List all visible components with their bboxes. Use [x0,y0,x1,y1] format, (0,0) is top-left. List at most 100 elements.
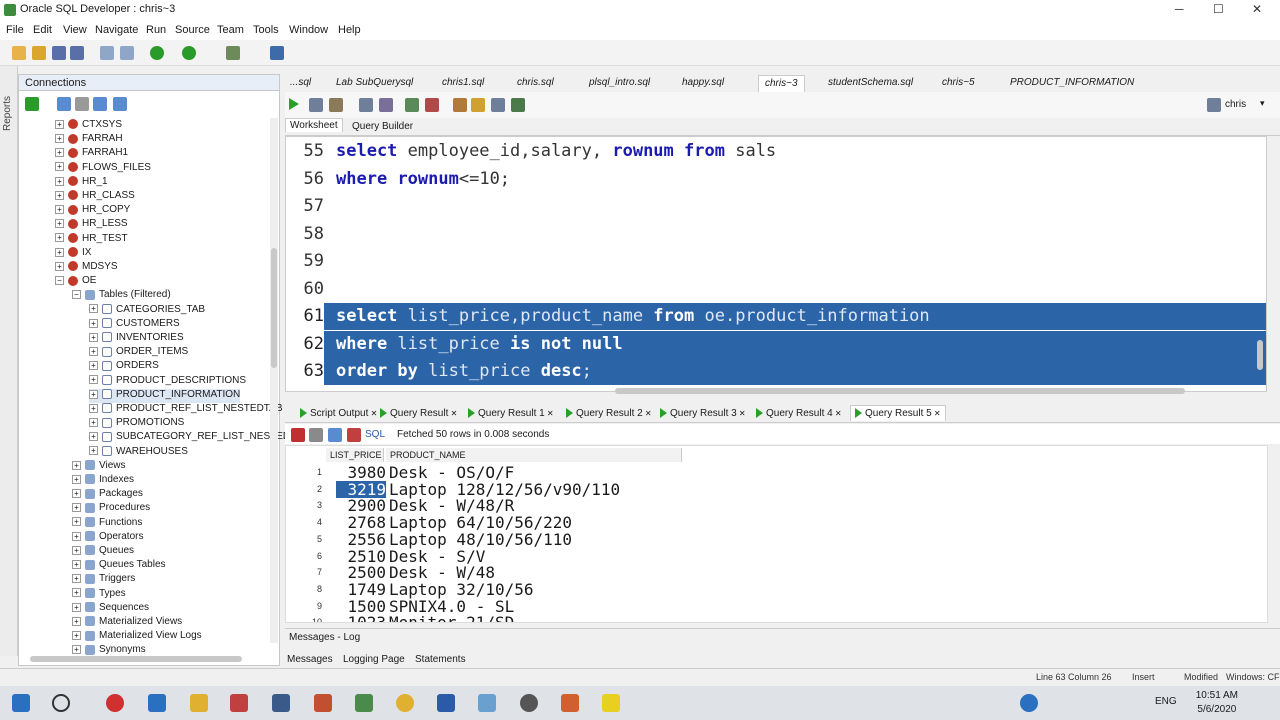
sql-developer-icon[interactable] [355,694,373,712]
result-tab[interactable]: Query Result 5 ✕ [850,405,946,421]
close-button[interactable]: ✕ [1252,2,1262,16]
tree-item[interactable]: + IX [55,247,91,261]
close-tab-icon[interactable]: ✕ [643,409,652,418]
rollback-icon[interactable] [425,98,439,112]
expand-icon[interactable]: + [55,219,64,229]
explain-plan-icon[interactable] [359,98,373,112]
code-line[interactable]: 61 select list_price,product_name from oe… [286,303,1266,330]
tree-item[interactable]: + HR_LESS [55,218,128,232]
expand-icon[interactable]: + [55,134,64,144]
expand-icon[interactable]: + [72,503,81,513]
tree-item[interactable]: + Functions [72,517,142,531]
sql-tuning-icon[interactable] [379,98,393,112]
menu-tools[interactable]: Tools [253,24,279,36]
table-row[interactable]: 10 1023 Monitor 21/SD [286,614,686,622]
open-icon[interactable] [32,46,46,60]
tree-item[interactable]: + Views [72,460,126,474]
editor-tab[interactable]: studentSchema.sql [828,77,913,88]
tree-item[interactable]: + HR_CLASS [55,190,135,204]
expand-icon[interactable]: + [55,190,64,200]
tree-item[interactable]: + Queues [72,545,134,559]
format-icon[interactable] [511,98,525,112]
run-statement-icon[interactable] [289,98,299,110]
tree-item[interactable]: + Procedures [72,502,150,516]
list-price-cell[interactable]: 3980 [336,464,386,481]
history-icon[interactable] [491,98,505,112]
close-tab-icon[interactable]: ✕ [448,409,458,418]
editor-tab[interactable]: PRODUCT_INFORMATION [1010,77,1134,88]
expand-icon[interactable]: + [89,332,98,342]
back-icon[interactable] [150,46,164,60]
tree-item[interactable]: + PRODUCT_REF_LIST_NESTEDTAB [89,403,283,417]
reports-tab[interactable]: Reports [2,96,13,131]
expand-icon[interactable]: + [72,631,81,641]
table-row[interactable]: 3 2900 Desk - W/48/R [286,497,686,514]
table-row[interactable]: 6 2510 Desk - S/V [286,548,686,565]
expand-icon[interactable]: + [55,205,64,215]
result-tab[interactable]: Script Output ✕ [300,408,377,419]
table-row[interactable]: 7 2500 Desk - W/48 [286,564,686,581]
menu-file[interactable]: File [6,24,24,36]
expand-icon[interactable]: + [89,403,98,413]
menu-source[interactable]: Source [175,24,210,36]
sql-button[interactable]: SQL [365,429,385,440]
save-icon[interactable] [52,46,66,60]
tab-worksheet[interactable]: Worksheet [285,118,343,132]
editor-scroll-thumb[interactable] [1257,340,1263,370]
close-tab-icon[interactable]: ✕ [368,409,378,418]
list-price-cell[interactable]: 3219 [336,480,386,498]
code-line[interactable]: 60 [286,276,1266,303]
result-tab[interactable]: Query Result 2 ✕ [566,408,652,419]
expand-icon[interactable]: + [72,602,81,612]
refresh-icon[interactable] [57,97,71,111]
tree-item[interactable]: + INVENTORIES [89,332,184,346]
save-all-icon[interactable] [70,46,84,60]
tree-item[interactable]: + Packages [72,488,143,502]
expand-icon[interactable]: + [55,233,64,243]
result-tab[interactable]: Query Result 4 ✕ [756,408,842,419]
tab-logging-page[interactable]: Logging Page [343,654,405,665]
tree-item[interactable]: + Operators [72,531,143,545]
tree-item[interactable]: + PRODUCT_INFORMATION [89,388,241,403]
app-blue-icon[interactable] [478,694,496,712]
tree-item[interactable]: + Types [72,588,126,602]
close-tab-icon[interactable]: ✕ [737,409,746,418]
code-line[interactable]: 57 [286,193,1266,220]
menu-navigate[interactable]: Navigate [95,24,138,36]
app-window-icon[interactable] [272,694,290,712]
connection-selector[interactable]: chris [1225,99,1246,110]
new-icon[interactable] [12,46,26,60]
editor-tab[interactable]: ...sql [290,77,311,88]
list-price-cell[interactable]: 2900 [336,497,386,514]
language-indicator[interactable]: ENG [1155,696,1177,707]
list-price-cell[interactable]: 2768 [336,514,386,531]
tab-query-builder[interactable]: Query Builder [352,121,413,132]
editor-tab[interactable]: chris.sql [517,77,554,88]
result-tab[interactable]: Query Result 1 ✕ [468,408,554,419]
editor-tab[interactable]: happy.sql [682,77,724,88]
editor-vertical-scrollbar[interactable] [1255,140,1265,380]
column-header-list-price[interactable]: LIST_PRICE [326,448,384,462]
editor-tab[interactable]: plsql_intro.sql [589,77,650,88]
expand-icon[interactable]: + [89,432,98,442]
expand-icon[interactable]: + [89,375,98,385]
code-line[interactable]: 59 [286,248,1266,275]
expand-icon[interactable]: + [55,162,64,172]
editor-tab[interactable]: chris~5 [942,77,975,88]
tree-item[interactable]: + FARRAH1 [55,147,128,161]
tree-vertical-scrollbar[interactable] [270,118,278,643]
list-price-cell[interactable]: 2556 [336,531,386,548]
redo-icon[interactable] [120,46,134,60]
expand-icon[interactable]: + [72,545,81,555]
autotrace-icon[interactable] [329,98,343,112]
table-row[interactable]: 4 2768 Laptop 64/10/56/220 [286,514,686,531]
code-line[interactable]: 56 where rownum<=10; [286,166,1266,193]
commit-icon[interactable] [405,98,419,112]
product-name-cell[interactable]: Laptop 48/10/56/110 [389,531,572,548]
expand-icon[interactable]: + [55,261,64,271]
editor-tab[interactable]: chris~3 [758,75,805,92]
windows-start-icon[interactable] [12,694,30,712]
close-tab-icon[interactable]: ✕ [932,409,941,418]
tree-item[interactable]: + Sequences [72,602,149,616]
expand-icon[interactable]: + [72,460,81,470]
